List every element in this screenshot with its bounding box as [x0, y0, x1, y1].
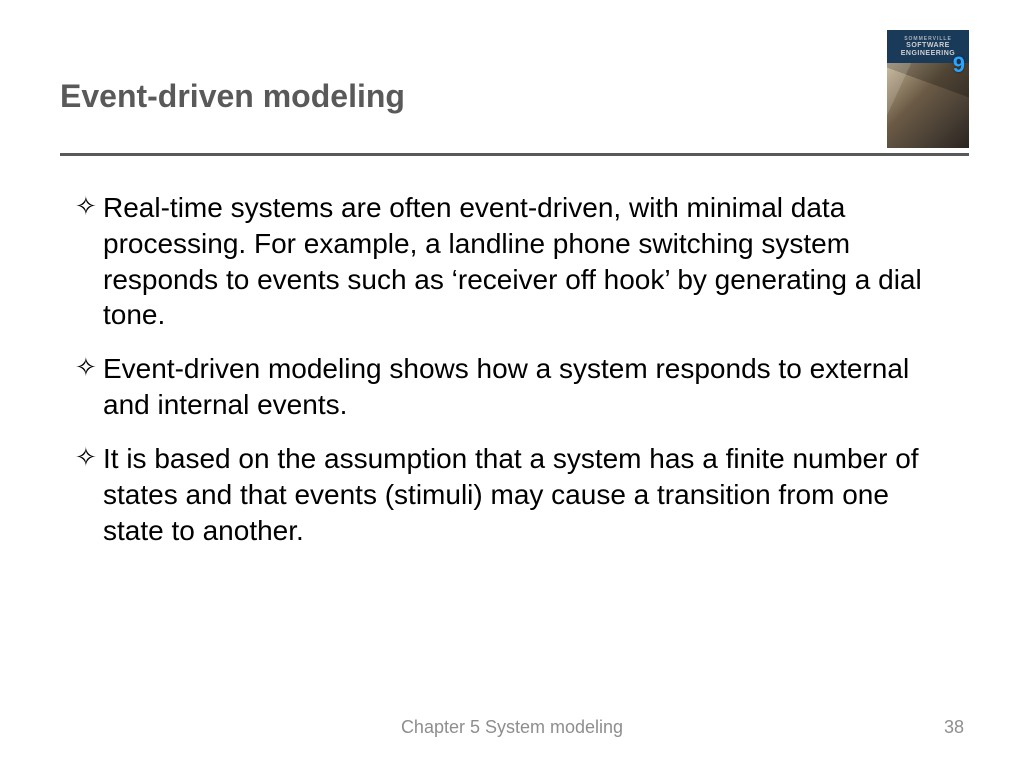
bullet-text: It is based on the assumption that a sys…: [103, 441, 924, 548]
list-item: ✧ It is based on the assumption that a s…: [75, 441, 924, 548]
slide: Event-driven modeling SOMMERVILLE SOFTWA…: [0, 0, 1024, 768]
bullet-icon: ✧: [75, 190, 103, 224]
slide-header: Event-driven modeling SOMMERVILLE SOFTWA…: [60, 30, 969, 150]
book-cover-icon: SOMMERVILLE SOFTWARE ENGINEERING 9: [887, 30, 969, 148]
bullet-text: Real-time systems are often event-driven…: [103, 190, 924, 333]
bullet-icon: ✧: [75, 441, 103, 475]
list-item: ✧ Real-time systems are often event-driv…: [75, 190, 924, 333]
slide-body: ✧ Real-time systems are often event-driv…: [75, 190, 924, 566]
footer-chapter-label: Chapter 5 System modeling: [0, 717, 1024, 738]
footer-page-number: 38: [944, 717, 964, 738]
bullet-icon: ✧: [75, 351, 103, 385]
list-item: ✧ Event-driven modeling shows how a syst…: [75, 351, 924, 423]
slide-title: Event-driven modeling: [60, 78, 405, 115]
book-edition-number: 9: [953, 52, 965, 78]
header-divider: [60, 153, 969, 156]
bullet-text: Event-driven modeling shows how a system…: [103, 351, 924, 423]
